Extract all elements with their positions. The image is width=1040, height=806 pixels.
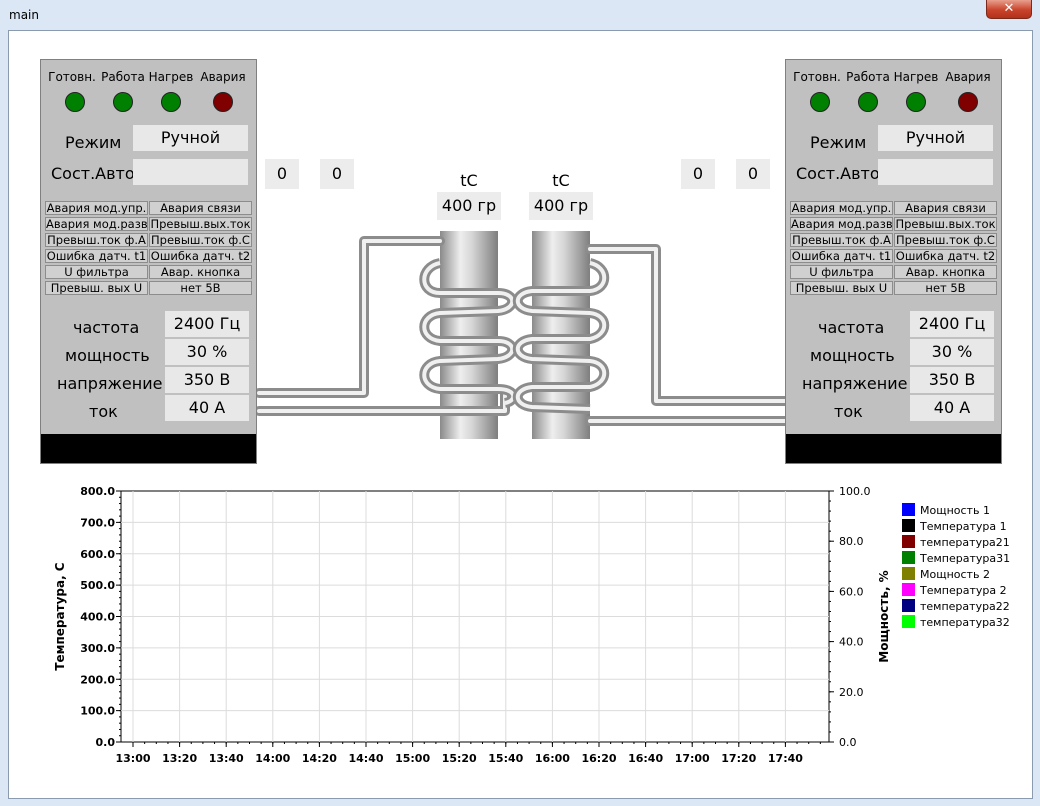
- close-button[interactable]: ✕: [986, 0, 1032, 19]
- legend-swatch: [902, 567, 915, 580]
- close-icon: ✕: [1003, 1, 1015, 16]
- legend-swatch: [902, 519, 915, 532]
- legend-item: Мощность 2: [902, 567, 990, 581]
- x-tick-label: 17:40: [768, 752, 803, 765]
- y-tick-label: 600.0: [80, 548, 115, 561]
- x-tick-label: 15:20: [442, 752, 477, 765]
- legend-label: Температура 1: [920, 520, 1007, 533]
- legend-label: температура32: [920, 616, 1010, 629]
- x-tick-label: 17:00: [675, 752, 710, 765]
- x-tick-label: 15:00: [395, 752, 430, 765]
- x-tick-label: 16:40: [628, 752, 663, 765]
- legend-item: температура21: [902, 535, 1010, 549]
- legend-label: Мощность 2: [920, 568, 990, 581]
- legend-label: Температура31: [920, 552, 1011, 565]
- legend-item: температура32: [902, 615, 1010, 629]
- legend-item: Температура31: [902, 551, 1010, 565]
- legend-swatch: [902, 535, 915, 548]
- legend-swatch: [902, 599, 915, 612]
- y2-tick-label: 40.0: [839, 636, 864, 649]
- x-tick-label: 14:40: [348, 752, 383, 765]
- y-tick-label: 700.0: [80, 516, 115, 529]
- legend-item: Мощность 1: [902, 503, 990, 517]
- legend-label: Температура 2: [920, 584, 1007, 597]
- legend-label: температура22: [920, 600, 1010, 613]
- y-tick-label: 400.0: [80, 611, 115, 624]
- trend-chart[interactable]: 0.0 100.0 200.0 300.0 400.0 500.0 600.0 700.0 80…: [9, 31, 1032, 798]
- legend-item: Температура 2: [902, 583, 1007, 597]
- y-tick-label: 0.0: [96, 736, 116, 749]
- y2-tick-label: 0.0: [839, 736, 857, 749]
- x-tick-label: 17:20: [721, 752, 756, 765]
- y2-tick-label: 60.0: [839, 585, 864, 598]
- y2-tick-label: 100.0: [839, 485, 871, 498]
- x-tick-label: 16:00: [535, 752, 570, 765]
- legend-swatch: [902, 583, 915, 596]
- x-tick-label: 13:20: [162, 752, 197, 765]
- y2-axis-label: Мощность, %: [877, 570, 891, 662]
- y-tick-label: 300.0: [80, 642, 115, 655]
- y2-tick-label: 20.0: [839, 686, 864, 699]
- x-tick-label: 14:00: [255, 752, 290, 765]
- x-tick-label: 14:20: [302, 752, 337, 765]
- x-tick-label: 15:40: [488, 752, 523, 765]
- y2-tick-label: 80.0: [839, 535, 864, 548]
- legend-swatch: [902, 551, 915, 564]
- y-axis-label: Температура, С: [53, 562, 67, 670]
- legend-swatch: [902, 615, 915, 628]
- legend-item: температура22: [902, 599, 1010, 613]
- x-tick-label: 13:40: [209, 752, 244, 765]
- legend-label: Мощность 1: [920, 504, 990, 517]
- y-tick-label: 200.0: [80, 673, 115, 686]
- legend-label: температура21: [920, 536, 1010, 549]
- legend-swatch: [902, 503, 915, 516]
- x-tick-label: 16:20: [581, 752, 616, 765]
- y-tick-label: 100.0: [80, 705, 115, 718]
- legend-item: Температура 1: [902, 519, 1007, 533]
- y-tick-label: 500.0: [80, 579, 115, 592]
- client-area: tC 400 гр tC 400 гр 0 0 0 0 Готовн. Рабо…: [8, 30, 1033, 799]
- x-tick-label: 13:00: [115, 752, 150, 765]
- y-tick-label: 800.0: [80, 485, 115, 498]
- window-title: main: [9, 8, 39, 22]
